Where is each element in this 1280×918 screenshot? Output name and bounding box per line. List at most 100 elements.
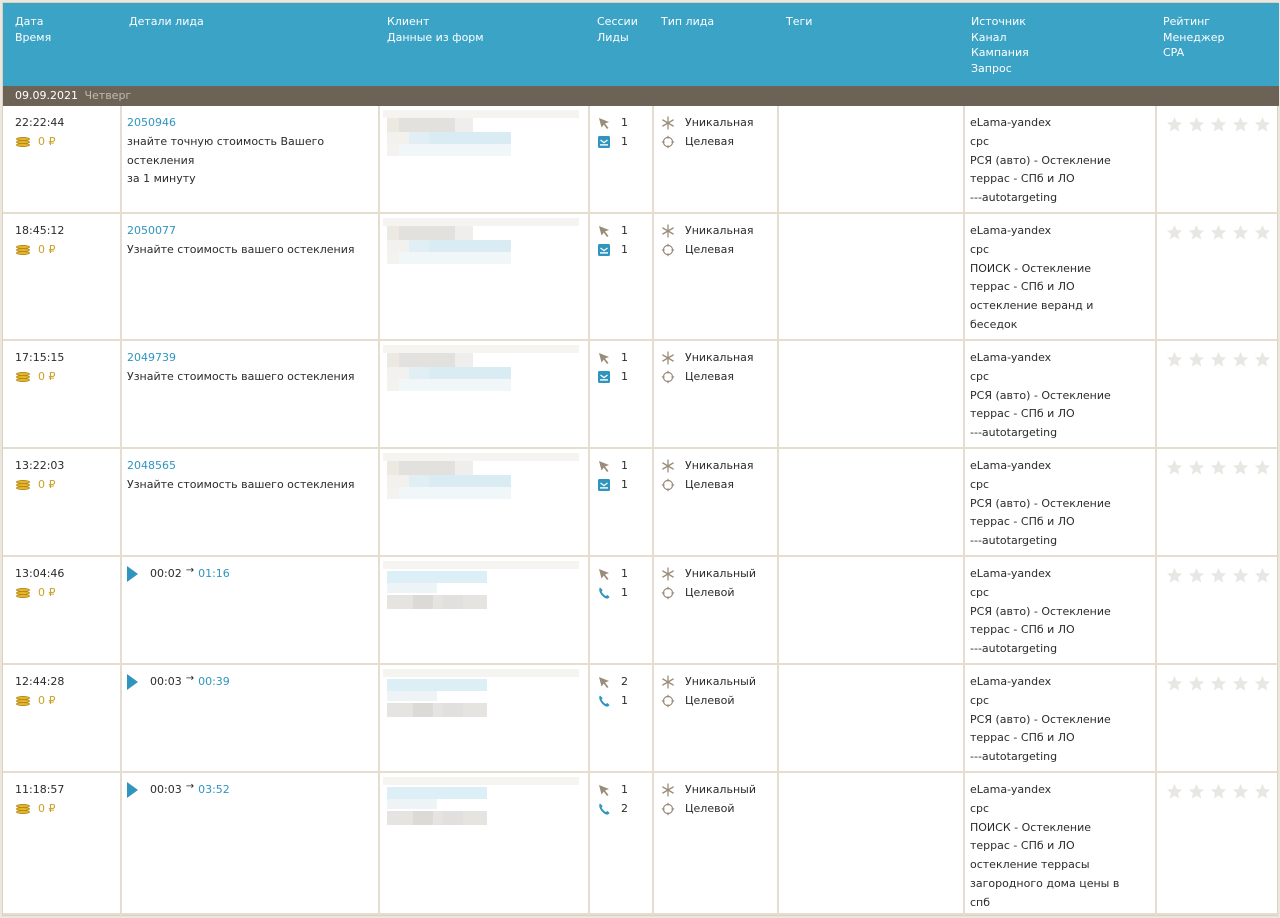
star-icon[interactable]	[1210, 224, 1227, 241]
star-icon[interactable]	[1254, 459, 1271, 476]
star-icon[interactable]	[1188, 459, 1205, 476]
lead-type-target[interactable]: Целевая	[661, 241, 754, 260]
lead-id-link[interactable]: 2049739	[127, 349, 375, 368]
play-icon[interactable]	[127, 674, 138, 691]
lead-type-unique[interactable]: Уникальный	[661, 565, 756, 584]
star-icon[interactable]	[1232, 675, 1249, 692]
rating-stars[interactable]	[1166, 351, 1271, 368]
header-lead-details[interactable]: Детали лида	[129, 14, 204, 30]
lead-type-target[interactable]: Целевой	[661, 584, 756, 603]
leads-count[interactable]: 1	[597, 584, 628, 603]
leads-count[interactable]: 1	[597, 692, 628, 711]
lead-type-unique[interactable]: Уникальная	[661, 114, 754, 133]
star-icon[interactable]	[1188, 783, 1205, 800]
star-icon[interactable]	[1188, 351, 1205, 368]
redacted-block	[387, 787, 487, 799]
table-row[interactable]: 17:15:15 0 ₽ 2049739 Узнайте стоимость ваше…	[3, 341, 1279, 449]
lead-type-target[interactable]: Целевая	[661, 368, 754, 387]
sessions-count[interactable]: 1	[597, 222, 628, 241]
star-icon[interactable]	[1210, 351, 1227, 368]
rating-stars[interactable]	[1166, 116, 1271, 133]
star-icon[interactable]	[1232, 224, 1249, 241]
header-rating[interactable]: Рейтинг Менеджер CPA	[1163, 14, 1224, 61]
table-row[interactable]: 13:04:46 0 ₽00:02 → 01:16 1 1 Уникальный Целево…	[3, 557, 1279, 665]
lead-type-target[interactable]: Целевой	[661, 800, 756, 819]
lead-id-link[interactable]: 2048565	[127, 457, 375, 476]
table-row[interactable]: 22:22:44 0 ₽ 2050946 знайте точную стоимост…	[3, 106, 1279, 214]
lead-type-target[interactable]: Целевой	[661, 692, 756, 711]
call-duration-link[interactable]: 01:16	[198, 565, 230, 584]
lead-type-unique[interactable]: Уникальная	[661, 457, 754, 476]
star-icon[interactable]	[1166, 783, 1183, 800]
call-duration-link[interactable]: 00:39	[198, 673, 230, 692]
star-icon[interactable]	[1232, 783, 1249, 800]
star-icon[interactable]	[1188, 116, 1205, 133]
rating-stars[interactable]	[1166, 459, 1271, 476]
star-icon[interactable]	[1166, 675, 1183, 692]
table-row[interactable]: 11:18:57 0 ₽00:03 → 03:52 1 2 Уникальный Целево…	[3, 773, 1279, 915]
lead-id-link[interactable]: 2050077	[127, 222, 375, 241]
lead-type-unique[interactable]: Уникальный	[661, 673, 756, 692]
source-line: ПОИСК - Остекление	[970, 820, 1092, 834]
star-icon[interactable]	[1254, 783, 1271, 800]
star-icon[interactable]	[1166, 224, 1183, 241]
lead-type-unique[interactable]: Уникальная	[661, 222, 754, 241]
star-icon[interactable]	[1232, 351, 1249, 368]
sessions-count[interactable]: 1	[597, 565, 628, 584]
header-sessions[interactable]: Сессии Лиды	[597, 14, 638, 45]
star-icon[interactable]	[1254, 116, 1271, 133]
header-source[interactable]: Источник Канал Кампания Запрос	[971, 14, 1029, 76]
play-icon[interactable]	[127, 782, 138, 799]
rating-stars[interactable]	[1166, 675, 1271, 692]
star-icon[interactable]	[1210, 116, 1227, 133]
leads-count[interactable]: 1	[597, 476, 628, 495]
header-tags[interactable]: Теги	[786, 14, 812, 30]
header-lead-type[interactable]: Тип лида	[661, 14, 714, 30]
lead-type-unique[interactable]: Уникальный	[661, 781, 756, 800]
leads-count[interactable]: 2	[597, 800, 628, 819]
star-icon[interactable]	[1232, 567, 1249, 584]
redacted-block	[387, 679, 487, 691]
sessions-count[interactable]: 1	[597, 349, 628, 368]
star-icon[interactable]	[1210, 783, 1227, 800]
star-icon[interactable]	[1254, 224, 1271, 241]
redacted-block	[429, 240, 511, 252]
star-icon[interactable]	[1188, 224, 1205, 241]
star-icon[interactable]	[1232, 116, 1249, 133]
header-date-time[interactable]: Дата Время	[15, 14, 51, 45]
leads-count[interactable]: 1	[597, 368, 628, 387]
rating-stars[interactable]	[1166, 567, 1271, 584]
star-icon[interactable]	[1166, 459, 1183, 476]
leads-count[interactable]: 1	[597, 133, 628, 152]
play-icon[interactable]	[127, 566, 138, 583]
source-line: ПОИСК - Остекление	[970, 261, 1092, 275]
table-row[interactable]: 13:22:03 0 ₽ 2048565 Узнайте стоимость ваше…	[3, 449, 1279, 557]
table-row[interactable]: 12:44:28 0 ₽00:03 → 00:39 2 1 Уникальный Целево…	[3, 665, 1279, 773]
star-icon[interactable]	[1210, 675, 1227, 692]
star-icon[interactable]	[1232, 459, 1249, 476]
star-icon[interactable]	[1254, 567, 1271, 584]
header-client[interactable]: Клиент Данные из форм	[387, 14, 484, 45]
rating-stars[interactable]	[1166, 783, 1271, 800]
lead-type-unique[interactable]: Уникальная	[661, 349, 754, 368]
lead-type-target[interactable]: Целевая	[661, 133, 754, 152]
lead-id-link[interactable]: 2050946	[127, 114, 375, 133]
leads-count[interactable]: 1	[597, 241, 628, 260]
star-icon[interactable]	[1166, 116, 1183, 133]
star-icon[interactable]	[1166, 351, 1183, 368]
star-icon[interactable]	[1210, 567, 1227, 584]
star-icon[interactable]	[1188, 675, 1205, 692]
rating-stars[interactable]	[1166, 224, 1271, 241]
sessions-count[interactable]: 2	[597, 673, 628, 692]
sessions-count[interactable]: 1	[597, 114, 628, 133]
call-duration-link[interactable]: 03:52	[198, 781, 230, 800]
star-icon[interactable]	[1254, 351, 1271, 368]
star-icon[interactable]	[1254, 675, 1271, 692]
star-icon[interactable]	[1188, 567, 1205, 584]
star-icon[interactable]	[1166, 567, 1183, 584]
sessions-count[interactable]: 1	[597, 457, 628, 476]
lead-type-target[interactable]: Целевая	[661, 476, 754, 495]
star-icon[interactable]	[1210, 459, 1227, 476]
sessions-count[interactable]: 1	[597, 781, 628, 800]
table-row[interactable]: 18:45:12 0 ₽ 2050077 Узнайте стоимость ваше…	[3, 214, 1279, 341]
